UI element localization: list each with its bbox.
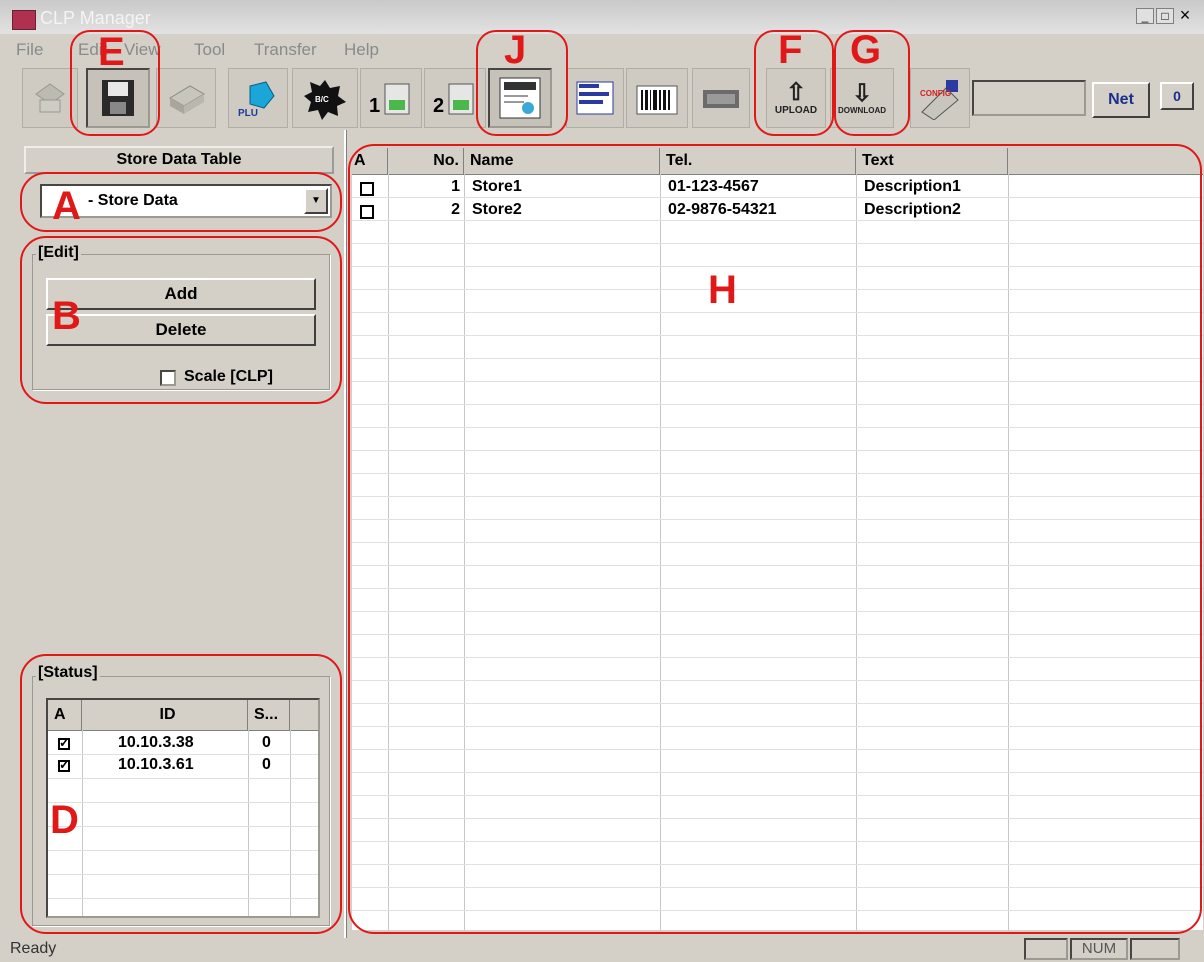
- callout-j: J: [504, 28, 527, 72]
- label-button[interactable]: [626, 68, 688, 128]
- svg-text:1: 1: [369, 95, 380, 117]
- keyboard-icon: [703, 90, 739, 108]
- menu-transfer[interactable]: Transfer: [254, 40, 317, 60]
- callout-e: E: [98, 30, 125, 74]
- maximize-button[interactable]: □: [1156, 8, 1174, 24]
- menu-help[interactable]: Help: [344, 40, 379, 60]
- callout-g: G: [850, 28, 882, 72]
- minimize-button[interactable]: _: [1136, 8, 1154, 24]
- status-bar: Ready NUM: [0, 936, 1204, 962]
- preset-icon: [576, 81, 614, 115]
- highlight-h: [348, 144, 1202, 934]
- table1-icon: 1: [369, 83, 410, 117]
- panel-title: Store Data Table: [24, 146, 334, 174]
- close-button[interactable]: ×: [1176, 6, 1194, 24]
- window-title: CLP Manager: [40, 8, 151, 28]
- config-button[interactable]: CONFIG: [910, 68, 970, 128]
- barcode-icon: B/C: [304, 80, 346, 120]
- callout-h: H: [708, 268, 737, 312]
- callout-a: A: [52, 184, 81, 228]
- callout-d: D: [50, 798, 79, 842]
- new-icon: [35, 83, 65, 113]
- keyboard-button[interactable]: [692, 68, 750, 128]
- highlight-d: [20, 654, 342, 934]
- svg-text:PLU: PLU: [238, 108, 258, 119]
- net-button[interactable]: Net: [1092, 82, 1150, 118]
- plu-button[interactable]: PLU: [228, 68, 288, 128]
- plu-icon: PLU: [238, 81, 275, 119]
- label-icon: [636, 85, 678, 115]
- menu-tool[interactable]: Tool: [194, 40, 225, 60]
- num-lock-indicator: NUM: [1070, 938, 1128, 960]
- net-field[interactable]: [972, 80, 1086, 116]
- config-icon: CONFIG: [920, 80, 959, 120]
- svg-text:2: 2: [433, 95, 444, 117]
- title-bar: CLP Manager _ □ ×: [0, 0, 1204, 34]
- svg-text:CONFIG: CONFIG: [920, 89, 951, 98]
- app-icon: [12, 10, 36, 30]
- print-button[interactable]: [156, 68, 216, 128]
- print-icon: [169, 85, 205, 114]
- counter-button[interactable]: 0: [1160, 82, 1194, 110]
- status-text: Ready: [10, 940, 57, 957]
- table1-button[interactable]: 1: [360, 68, 422, 128]
- callout-f: F: [778, 28, 803, 72]
- callout-b: B: [52, 294, 81, 338]
- menu-file[interactable]: File: [16, 40, 43, 60]
- status-pane: [1130, 938, 1180, 960]
- barcode-button[interactable]: B/C: [292, 68, 358, 128]
- preset-button[interactable]: [566, 68, 624, 128]
- svg-text:B/C: B/C: [315, 95, 329, 104]
- status-pane: [1024, 938, 1068, 960]
- table2-icon: 2: [433, 83, 474, 117]
